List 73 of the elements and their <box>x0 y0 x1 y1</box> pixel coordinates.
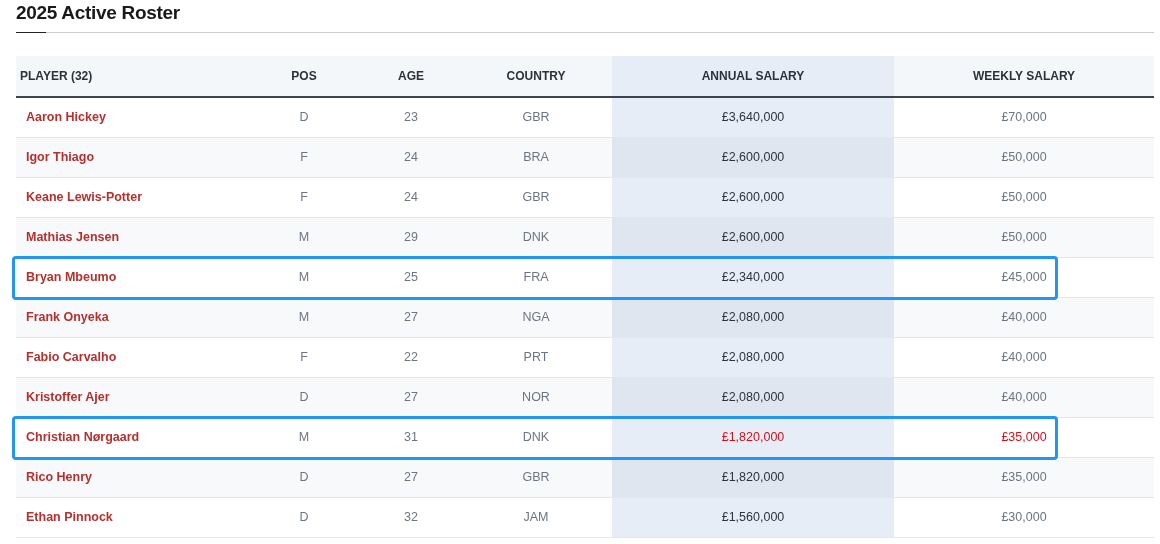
table-cell: £70,000 <box>1001 109 1047 124</box>
table-cell: 31 <box>404 429 418 444</box>
player-link[interactable]: Keane Lewis-Potter <box>26 189 142 204</box>
table-cell: 24 <box>404 149 418 164</box>
table-cell: F <box>300 349 308 364</box>
table-cell: D <box>299 469 309 484</box>
table-cell: M <box>298 229 310 244</box>
table-cell: DNK <box>522 229 550 244</box>
player-link[interactable]: Rico Henry <box>26 469 92 484</box>
table-cell: £45,000 <box>1001 269 1047 284</box>
table-cell: F <box>300 149 308 164</box>
table-cell: DNK <box>522 429 550 444</box>
column-header: AGE <box>362 56 460 97</box>
player-link[interactable]: Igor Thiago <box>26 149 95 164</box>
table-cell: NGA <box>522 309 550 324</box>
column-header: COUNTRY <box>460 56 612 97</box>
table-cell: 32 <box>404 509 418 524</box>
table-cell: 29 <box>404 229 418 244</box>
table-cell: £40,000 <box>1001 389 1047 404</box>
table-cell: 23 <box>404 109 418 124</box>
table-cell: £2,080,000 <box>721 309 785 324</box>
table-cell: £40,000 <box>1001 309 1047 324</box>
table-cell: F <box>300 189 308 204</box>
table-cell: £35,000 <box>1001 469 1047 484</box>
column-header: ANNUAL SALARY <box>612 56 894 97</box>
table-cell: £50,000 <box>1001 149 1047 164</box>
table-cell: GBR <box>522 189 550 204</box>
player-link[interactable]: Frank Onyeka <box>26 309 109 324</box>
table-cell: GBR <box>522 109 550 124</box>
table-cell: M <box>298 309 310 324</box>
player-link[interactable]: Fabio Carvalho <box>26 349 117 364</box>
table-cell: £50,000 <box>1001 229 1047 244</box>
player-link[interactable]: Aaron Hickey <box>26 109 106 124</box>
table-cell: £30,000 <box>1001 509 1047 524</box>
table-cell: £2,600,000 <box>721 229 785 244</box>
table-cell: £50,000 <box>1001 189 1047 204</box>
table-cell: £1,820,000 <box>721 469 785 484</box>
table-cell: D <box>299 509 309 524</box>
column-header: POS <box>246 56 362 97</box>
table-cell: FRA <box>523 269 549 284</box>
table-cell: £2,080,000 <box>721 389 785 404</box>
table-cell: D <box>299 389 309 404</box>
table-cell: £3,640,000 <box>721 109 785 124</box>
player-link[interactable]: Kristoffer Ajer <box>26 389 110 404</box>
table-cell: £40,000 <box>1001 349 1047 364</box>
table-cell: PRT <box>523 349 549 364</box>
table-cell: M <box>298 269 310 284</box>
column-header: PLAYER (32) <box>16 56 246 97</box>
player-link[interactable]: Mathias Jensen <box>26 229 120 244</box>
table-cell: £1,560,000 <box>721 509 785 524</box>
table-cell: 22 <box>404 349 418 364</box>
player-link[interactable]: Christian Nørgaard <box>26 429 140 444</box>
table-cell: GBR <box>522 469 550 484</box>
table-cell: £2,600,000 <box>721 189 785 204</box>
table-cell: 27 <box>404 309 418 324</box>
player-link[interactable]: Ethan Pinnock <box>26 509 113 524</box>
table-cell: 27 <box>404 389 418 404</box>
column-header: WEEKLY SALARY <box>894 56 1154 97</box>
table-cell: £35,000 <box>1001 429 1047 444</box>
table-cell: £2,340,000 <box>721 269 785 284</box>
player-link[interactable]: Bryan Mbeumo <box>26 269 117 284</box>
table-cell: 27 <box>404 469 418 484</box>
table-cell: £2,600,000 <box>721 149 785 164</box>
table-cell: NOR <box>522 389 550 404</box>
table-cell: M <box>298 429 310 444</box>
table-cell: £2,080,000 <box>721 349 785 364</box>
table-cell: 24 <box>404 189 418 204</box>
section-title: 2025 Active Roster <box>16 1 181 25</box>
table-cell: BRA <box>523 149 549 164</box>
table-cell: £1,820,000 <box>721 429 785 444</box>
table-cell: 25 <box>404 269 418 284</box>
table-cell: JAM <box>523 509 549 524</box>
table-cell: D <box>299 109 309 124</box>
